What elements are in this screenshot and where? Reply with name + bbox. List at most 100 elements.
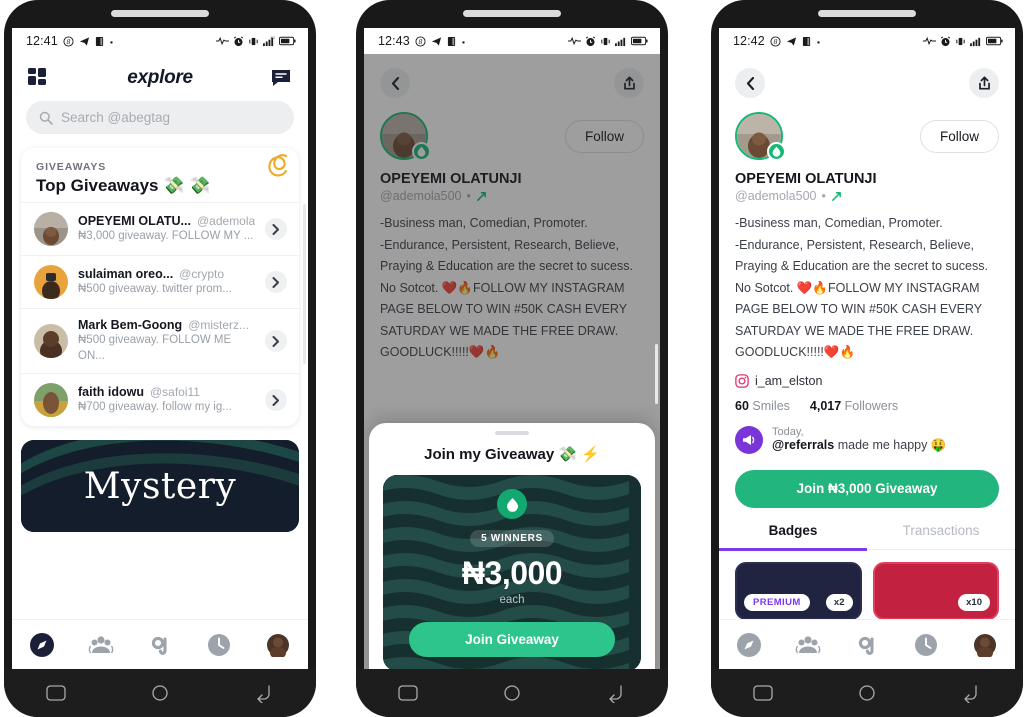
tab-profile[interactable] bbox=[963, 628, 1007, 662]
winners-badge: 5 WINNERS bbox=[470, 530, 554, 547]
clock-icon bbox=[915, 633, 938, 656]
tab-history[interactable] bbox=[904, 628, 948, 662]
phone-3-profile: 12:42 8 Follow OPEYEMI OLATUNJI @ademola… bbox=[711, 0, 1023, 717]
chevron-right-icon[interactable] bbox=[265, 330, 287, 353]
home-icon[interactable] bbox=[856, 683, 878, 703]
giveaway-list-item[interactable]: OPEYEMI OLATU... @ademola... ₦3,000 give… bbox=[21, 202, 299, 255]
status-time: 12:41 bbox=[26, 34, 58, 48]
back-icon[interactable] bbox=[960, 683, 982, 703]
avatar bbox=[34, 212, 68, 246]
status-time: 12:43 bbox=[378, 34, 410, 48]
stat-smiles: 60 Smiles bbox=[735, 399, 790, 413]
status-bar-right: 4G bbox=[216, 36, 296, 47]
giveaway-list-item[interactable]: sulaiman oreo... @crypto ₦500 giveaway. … bbox=[21, 255, 299, 308]
dnd-icon: 8 bbox=[63, 35, 74, 47]
handle-separator: • bbox=[821, 189, 826, 203]
referral-text-block: Today, @referrals made me happy 🤑 bbox=[772, 426, 946, 453]
share-button[interactable] bbox=[969, 68, 999, 98]
home-icon[interactable] bbox=[501, 683, 523, 703]
giveaway-item-desc: ₦3,000 giveaway. FOLLOW MY ... bbox=[78, 229, 254, 242]
phone-2-giveaway-modal: 12:43 8 Follow OPEYEMI OLATUNJI @ademola… bbox=[356, 0, 668, 717]
recents-icon[interactable] bbox=[397, 683, 419, 703]
giveaway-item-handle: @misterz... bbox=[188, 318, 250, 332]
tab-abeg[interactable] bbox=[845, 628, 889, 662]
giveaway-item-handle: @crypto bbox=[179, 266, 225, 281]
signal-icon: 4G bbox=[263, 36, 275, 46]
sheet-title: Join my Giveaway 💸 ⚡ bbox=[424, 446, 600, 463]
grid-icon[interactable] bbox=[28, 67, 50, 89]
back-button[interactable] bbox=[735, 68, 765, 98]
tab-explore[interactable] bbox=[20, 628, 64, 662]
status-bar-left: 12:42 8 bbox=[733, 34, 821, 48]
stat-smiles-label: Smiles bbox=[752, 398, 790, 413]
tabs-divider bbox=[719, 547, 1015, 551]
system-navigation-bar bbox=[4, 669, 316, 717]
giveaway-list-item[interactable]: faith idowu @safoi11 ₦700 giveaway. foll… bbox=[21, 373, 299, 426]
tab-badges[interactable]: Badges bbox=[719, 523, 867, 549]
badge-card-red[interactable]: x10 bbox=[872, 561, 999, 620]
join-giveaway-button[interactable]: Join Giveaway bbox=[409, 622, 615, 657]
tab-profile[interactable] bbox=[256, 628, 300, 662]
giveaway-item-text: faith idowu @safoi11 ₦700 giveaway. foll… bbox=[78, 385, 255, 416]
tab-transactions[interactable]: Transactions bbox=[867, 523, 1015, 549]
page-title: explore bbox=[127, 67, 193, 88]
tab-people[interactable] bbox=[786, 628, 830, 662]
screenshot-stage: 12:41 8 4G explore Search @abegtag GIVEA… bbox=[0, 0, 1024, 717]
giveaway-item-text: OPEYEMI OLATU... @ademola... ₦3,000 give… bbox=[78, 214, 255, 245]
vibrate-icon bbox=[601, 37, 610, 45]
giveaway-item-text: Mark Bem-Goong @misterz... ₦500 giveaway… bbox=[78, 318, 255, 364]
system-navigation-bar bbox=[356, 669, 668, 717]
chat-icon[interactable] bbox=[270, 67, 292, 89]
home-icon[interactable] bbox=[149, 683, 171, 703]
status-bar: 12:43 8 bbox=[364, 28, 660, 54]
profile-picture-wrap bbox=[735, 112, 786, 161]
giveaway-item-name: faith idowu bbox=[78, 384, 144, 399]
referral-notice[interactable]: Today, @referrals made me happy 🤑 bbox=[719, 413, 1015, 454]
badge-label: PREMIUM bbox=[744, 593, 810, 611]
people-icon bbox=[88, 635, 114, 653]
recents-icon[interactable] bbox=[752, 683, 774, 703]
alarm-icon bbox=[940, 35, 951, 46]
alarm-icon bbox=[233, 35, 244, 46]
telegram-icon bbox=[786, 36, 796, 46]
profile-name: OPEYEMI OLATUNJI bbox=[735, 171, 877, 187]
join-giveaway-button[interactable]: Join ₦3,000 Giveaway bbox=[735, 469, 999, 508]
tab-history[interactable] bbox=[197, 628, 241, 662]
follow-button[interactable]: Follow bbox=[919, 119, 999, 153]
tab-explore[interactable] bbox=[727, 628, 771, 662]
tab-abeg[interactable] bbox=[138, 628, 182, 662]
pulse-icon bbox=[568, 36, 581, 46]
badge-card-premium[interactable]: PREMIUM x2 bbox=[735, 561, 862, 620]
dot-icon bbox=[110, 40, 113, 44]
sim-icon bbox=[447, 36, 455, 46]
battery-icon bbox=[986, 36, 1003, 46]
arrow-badge-icon bbox=[831, 191, 841, 201]
giveaway-list-item[interactable]: Mark Bem-Goong @misterz... ₦500 giveaway… bbox=[21, 308, 299, 373]
giveaway-item-title-row: Mark Bem-Goong @misterz... bbox=[78, 318, 255, 332]
recents-icon[interactable] bbox=[45, 683, 67, 703]
svg-text:8: 8 bbox=[773, 37, 777, 45]
abeg-logo-icon bbox=[151, 636, 167, 655]
mystery-banner[interactable]: Mystery bbox=[21, 440, 299, 533]
chevron-right-icon[interactable] bbox=[265, 271, 287, 293]
stat-followers-value: 4,017 bbox=[809, 398, 842, 413]
earpiece-speaker bbox=[818, 10, 916, 17]
scrollbar[interactable] bbox=[303, 204, 306, 364]
signal-icon bbox=[970, 37, 981, 46]
back-icon[interactable] bbox=[605, 683, 627, 703]
phone-2-screen: 12:43 8 Follow OPEYEMI OLATUNJI @ademola… bbox=[364, 28, 660, 669]
sheet-grabber[interactable] bbox=[495, 431, 529, 435]
giveaway-card: 5 WINNERS ₦3,000 each Join Giveaway bbox=[383, 475, 641, 669]
back-icon[interactable] bbox=[253, 683, 275, 703]
scrollbar[interactable] bbox=[655, 344, 658, 404]
giveaway-item-handle: @ademola... bbox=[196, 213, 255, 228]
search-input[interactable]: Search @abegtag bbox=[26, 101, 294, 134]
giveaway-item-title-row: sulaiman oreo... @crypto bbox=[78, 267, 255, 281]
chevron-right-icon[interactable] bbox=[265, 218, 287, 240]
tab-people[interactable] bbox=[79, 628, 123, 662]
vibrate-icon bbox=[249, 37, 258, 45]
chevron-right-icon[interactable] bbox=[265, 389, 287, 412]
instagram-row[interactable]: i_am_elston bbox=[719, 364, 1015, 388]
signal-icon bbox=[615, 37, 626, 46]
vibrate-icon bbox=[956, 37, 965, 45]
